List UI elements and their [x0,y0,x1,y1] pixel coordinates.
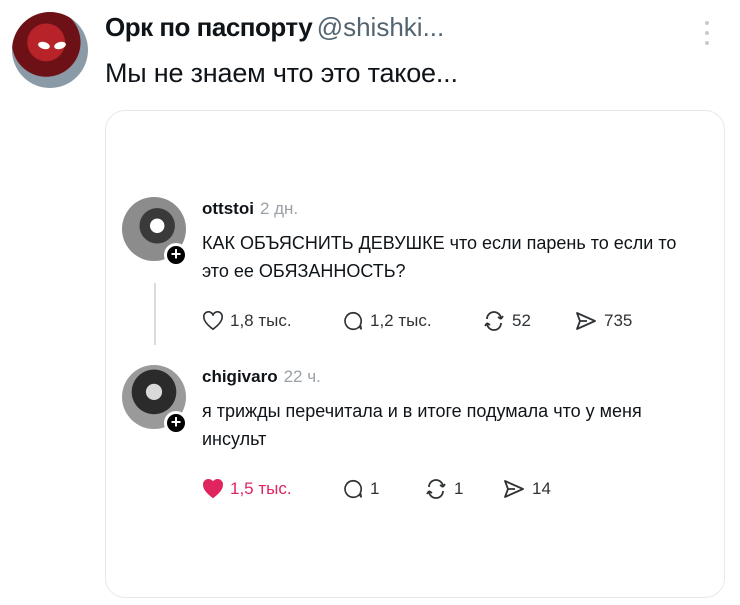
thread-connector [154,283,156,345]
reply-count: 1 [370,479,380,498]
comment-icon [344,311,363,331]
repost-button[interactable]: 52 [482,310,531,332]
post-text: я трижды перечитала и в итоге подумала ч… [202,401,642,449]
send-icon [504,480,524,498]
repost-count: 1 [454,479,464,498]
reply-button[interactable]: 1 [342,478,379,500]
repost-count: 52 [512,311,531,330]
tweet-text: Мы не знаем что это такое... [105,58,458,88]
post-text: КАК ОБЪЯСНИТЬ ДЕВУШКЕ что если парень то… [202,233,677,281]
post-actions: 1,5 тыс. 1 1 14 [202,477,682,501]
like-button[interactable]: 1,5 тыс. [202,479,292,499]
like-count: 1,5 тыс. [230,479,292,498]
post-time: 22 ч. [283,367,321,386]
follow-plus-icon[interactable]: + [164,243,188,267]
heart-icon [203,311,223,331]
share-button[interactable]: 14 [502,478,551,500]
follow-plus-icon[interactable]: + [164,411,188,435]
post-time: 2 дн. [259,199,299,218]
embedded-media-card[interactable]: + ottstoi 2 дн. КАК ОБЪЯСНИТЬ ДЕВУШКЕ что… [105,110,725,598]
author-name[interactable]: Орк по паспорту [105,12,313,42]
heart-icon [203,479,223,499]
share-count: 14 [532,479,551,498]
reply-button[interactable]: 1,2 тыс. [342,310,432,332]
post-username[interactable]: chigivaro 22 ч. [202,367,321,387]
repost-icon [484,311,504,331]
post-actions: 1,8 тыс. 1,2 тыс. 52 735 [202,309,682,333]
like-button[interactable]: 1,8 тыс. [202,311,292,331]
reply-count: 1,2 тыс. [370,311,432,330]
tweet-header: Орк по паспорту @shishki... [105,12,444,43]
share-button[interactable]: 735 [574,310,632,332]
repost-icon [426,479,446,499]
comment-icon [344,479,363,499]
like-count: 1,8 тыс. [230,311,292,330]
post-username[interactable]: ottstoi 2 дн. [202,199,298,219]
author-avatar[interactable] [12,12,88,88]
author-handle[interactable]: @shishki... [317,12,445,42]
more-options-icon[interactable] [700,18,714,48]
repost-button[interactable]: 1 [424,478,463,500]
share-count: 735 [604,311,633,330]
send-icon [576,312,596,330]
